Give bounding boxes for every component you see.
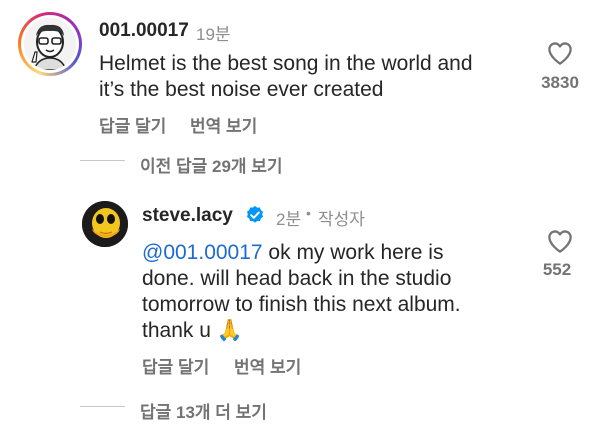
verified-badge-icon	[245, 205, 265, 225]
reply-text-line: tomorrow to finish this next album.	[142, 293, 461, 316]
heart-icon[interactable]	[543, 38, 577, 68]
replies-divider	[80, 406, 125, 407]
comment-text-line: it’s the best noise ever created	[99, 78, 384, 101]
praying-hands-emoji: 🙏	[216, 319, 243, 342]
like-count: 3830	[541, 73, 579, 92]
comment-text: Helmet is the best song in the world and…	[99, 51, 473, 103]
avatar-steve-lacy[interactable]	[82, 201, 128, 247]
reply-time: 2분	[276, 210, 302, 229]
mention-link[interactable]: @001.00017	[142, 241, 263, 264]
comment-username[interactable]: 001.00017	[99, 20, 189, 42]
reply-username[interactable]: steve.lacy	[142, 205, 233, 227]
comment-time: 19분	[196, 25, 231, 44]
reply-text-line: @001.00017 ok my work here is	[142, 241, 444, 264]
translate-button[interactable]: 번역 보기	[190, 112, 257, 137]
avatar-001-00017[interactable]	[18, 12, 82, 76]
author-label: 작성자	[318, 210, 365, 229]
reply-button[interactable]: 답글 달기	[142, 353, 209, 378]
reply-text-line: thank u 🙏	[142, 319, 243, 342]
comment-text-line: Helmet is the best song in the world and	[99, 52, 473, 75]
view-previous-replies-button[interactable]: 이전 답글 29개 보기	[140, 152, 283, 177]
like-count: 552	[542, 260, 572, 279]
replies-divider	[80, 160, 125, 161]
reply-text: @001.00017 ok my work here is done. will…	[142, 240, 461, 344]
dot-separator: •	[306, 205, 311, 221]
heart-icon[interactable]	[543, 226, 577, 256]
translate-button[interactable]: 번역 보기	[234, 353, 301, 378]
view-more-replies-button[interactable]: 답글 13개 더 보기	[140, 398, 267, 423]
reply-button[interactable]: 답글 달기	[99, 112, 166, 137]
reply-text-line: done. will head back in the studio	[142, 267, 452, 290]
